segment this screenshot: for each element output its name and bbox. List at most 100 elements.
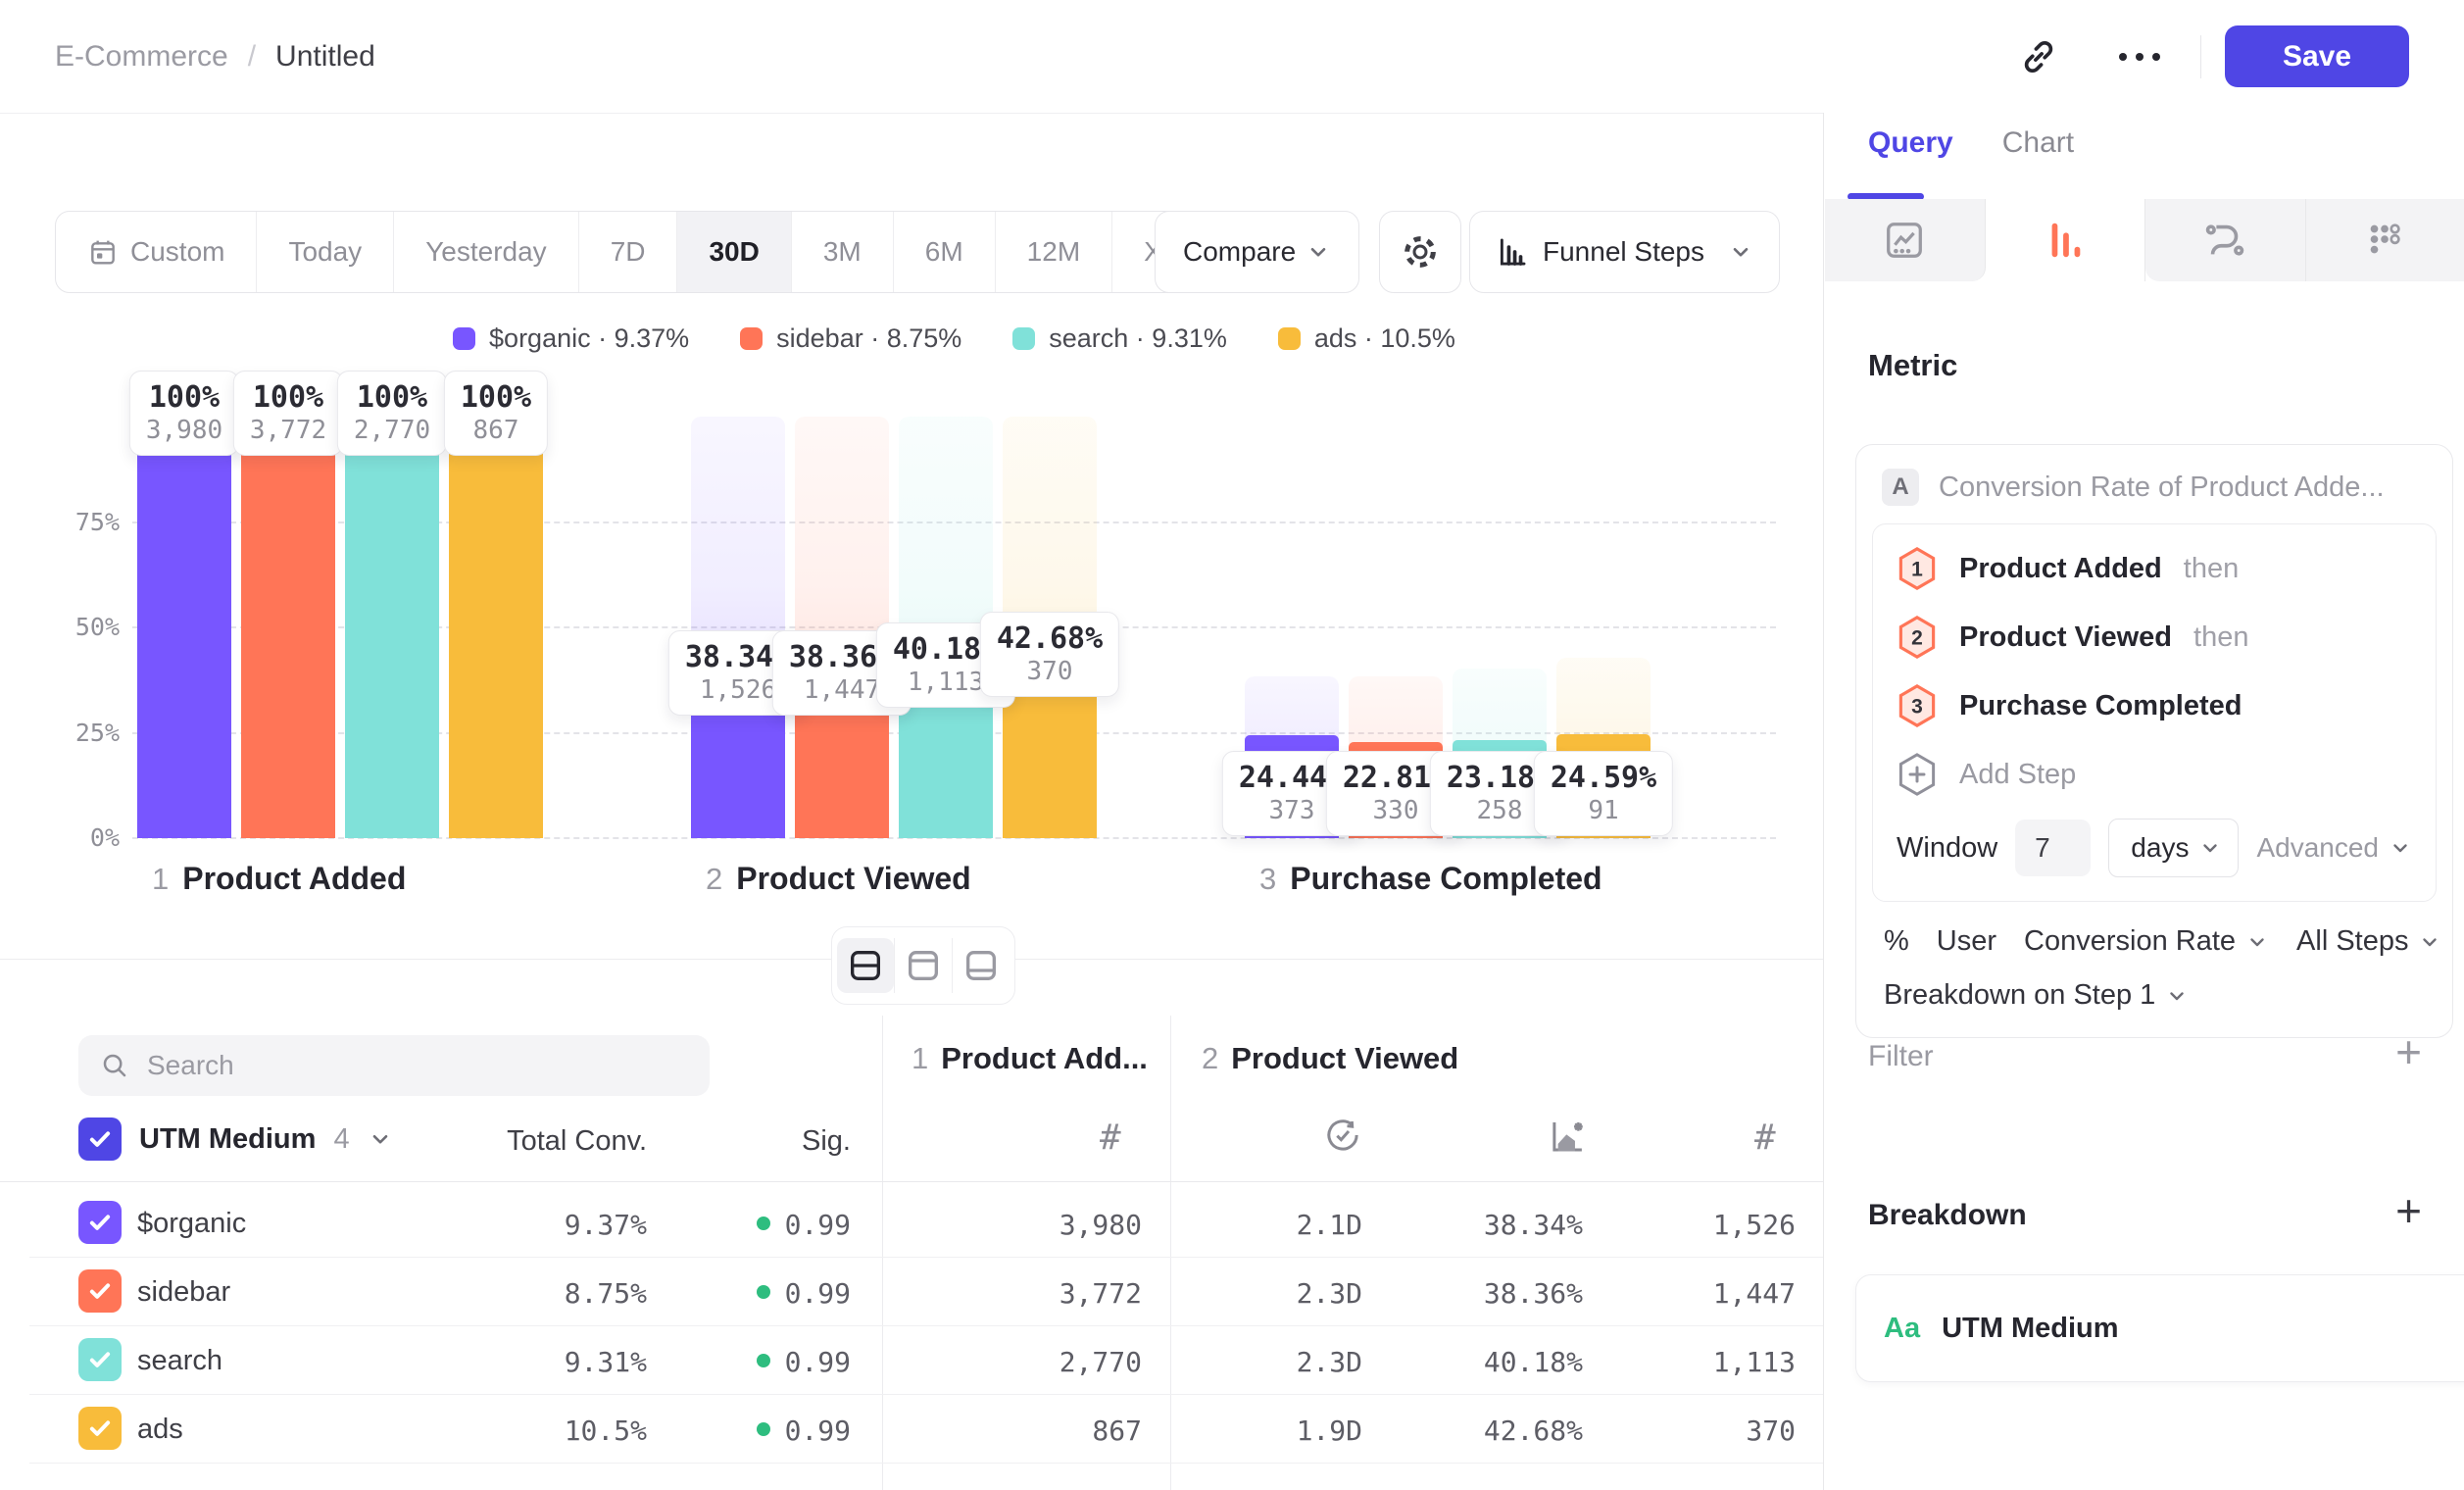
more-options-icon[interactable] [2109,39,2170,74]
bar-search-step2[interactable]: 40.18%1,113 [899,417,993,838]
hash-icon[interactable]: # [1754,1118,1776,1158]
legend-item-organic[interactable]: $organic · 9.37% [453,323,689,354]
bar-search-step3[interactable]: 23.18%258 [1453,417,1547,838]
clock-check-icon [1323,1116,1362,1155]
row-checkbox[interactable] [78,1201,122,1244]
add-breakdown-button[interactable]: + [2395,1191,2422,1230]
bar-organic-step1[interactable]: 100%3,980 [137,417,231,838]
bar-sidebar-step3[interactable]: 22.81%330 [1349,417,1443,838]
row-checkbox[interactable] [78,1269,122,1313]
metric-label-row[interactable]: A Conversion Rate of Product Adde... [1856,445,2452,520]
measure-metric-label: Conversion Rate [2024,925,2236,958]
legend-item-search[interactable]: search · 9.31% [1012,323,1227,354]
window-unit-select[interactable]: days [2108,819,2239,877]
tab-query[interactable]: Query [1868,126,1953,181]
panel-bottom-icon [961,946,1001,985]
group-select-checkbox[interactable] [78,1118,122,1161]
step-col-number: 2 [1202,1041,1218,1076]
range-7d[interactable]: 7D [578,212,677,292]
row-label: $organic [137,1208,246,1240]
sig-header[interactable]: Sig. [704,1125,851,1158]
bar-search-step1[interactable]: 100%2,770 [345,417,439,838]
subheader-line [0,1181,1823,1182]
conversion-rate-icon[interactable] [1547,1116,1588,1162]
hexagon-step-badge: 1 [1897,546,1938,591]
bar-organic-step3[interactable]: 24.44%373 [1245,417,1339,838]
chart-type-retention-dots[interactable] [2306,199,2464,281]
bar-ads-step1[interactable]: 100%867 [449,417,543,838]
measure-scope-select[interactable]: All Steps [2296,925,2441,958]
total-conv-header[interactable]: Total Conv. [451,1125,647,1158]
bar-group-3: 24.44%37322.81%33023.18%25824.59%91 [1245,417,1651,838]
group-name: UTM Medium [139,1123,316,1156]
breadcrumb-current[interactable]: Untitled [275,40,375,74]
bar-count-value: 867 [461,416,531,445]
query-step-1[interactable]: 1Product Addedthen [1873,534,2436,603]
layout-split-horizontal[interactable] [837,938,894,993]
query-step-name: Purchase Completed [1959,690,2242,722]
layout-toggle [831,926,1015,1005]
breakdown-item[interactable]: Aa UTM Medium [1855,1274,2464,1382]
bar-fill [449,417,543,838]
add-step-button[interactable]: Add Step [1873,740,2436,809]
chart-type-funnel-bars[interactable] [1986,199,2146,281]
step2-rate: 40.18% [1431,1346,1583,1378]
save-button[interactable]: Save [2225,25,2409,87]
layout-panel-bottom[interactable] [952,938,1010,993]
table-search[interactable] [78,1035,710,1096]
funnel-step-label-2: 2Product Viewed [706,861,971,897]
bar-ads-step3[interactable]: 24.59%91 [1556,417,1651,838]
measure-entity[interactable]: User [1937,925,1996,958]
window-value-input[interactable]: 7 [2015,820,2091,876]
svg-text:2: 2 [1911,627,1923,650]
y-axis-tick-25%: 25% [29,719,120,747]
check-icon [85,1208,115,1237]
bar-value-label: 100%3,980 [129,371,239,456]
measure-metric-select[interactable]: Conversion Rate [2024,925,2269,958]
range-yesterday[interactable]: Yesterday [393,212,578,292]
range-12m[interactable]: 12M [995,212,1111,292]
step2-time: 1.9D [1215,1415,1362,1447]
legend-item-sidebar[interactable]: sidebar · 8.75% [740,323,961,354]
layout-panel-top[interactable] [894,938,952,993]
range-30d[interactable]: 30D [676,212,790,292]
hash-icon[interactable]: # [1100,1118,1121,1158]
funnel-steps-mode-button[interactable]: Funnel Steps [1469,211,1780,293]
bar-ads-step2[interactable]: 42.68%370 [1003,417,1097,838]
share-link-icon[interactable] [2017,35,2060,78]
advanced-label: Advanced [2256,832,2379,864]
legend-label: ads · 10.5% [1314,323,1455,354]
step2-time: 2.3D [1215,1277,1362,1310]
range-label: Today [288,236,362,268]
range-label: Yesterday [425,236,547,268]
row-checkbox[interactable] [78,1338,122,1381]
bar-sidebar-step2[interactable]: 38.36%1,447 [795,417,889,838]
total-conv-value: 10.5% [451,1415,647,1447]
search-input[interactable] [145,1049,619,1082]
bar-sidebar-step1[interactable]: 100%3,772 [241,417,335,838]
range-3m[interactable]: 3M [791,212,893,292]
advanced-toggle[interactable]: Advanced [2256,832,2412,864]
bar-organic-step2[interactable]: 38.34%1,526 [691,417,785,838]
row-checkbox[interactable] [78,1407,122,1450]
chart-type-flow[interactable] [2145,199,2306,281]
query-step-3[interactable]: 3Purchase Completed [1873,671,2436,740]
breakdown-on-select[interactable]: Breakdown on Step 1 [1856,964,2452,1037]
range-today[interactable]: Today [256,212,393,292]
range-label: Custom [130,236,224,268]
tab-chart[interactable]: Chart [2002,126,2074,181]
chart-type-insights-line[interactable] [1825,199,1986,281]
breadcrumb-parent[interactable]: E-Commerce [55,40,228,74]
chevron-down-icon [2389,836,2412,860]
step-number: 1 [152,862,169,897]
clock-check-icon[interactable] [1323,1116,1362,1160]
range-custom[interactable]: Custom [56,212,256,292]
range-6m[interactable]: 6M [893,212,995,292]
legend-item-ads[interactable]: ads · 10.5% [1278,323,1455,354]
row-separator [29,1325,1823,1326]
compare-button[interactable]: Compare [1155,211,1359,293]
chart-settings-button[interactable] [1379,211,1461,293]
add-filter-button[interactable]: + [2395,1032,2422,1071]
bar-pct-value: 100% [354,380,430,416]
query-step-2[interactable]: 2Product Viewedthen [1873,603,2436,671]
